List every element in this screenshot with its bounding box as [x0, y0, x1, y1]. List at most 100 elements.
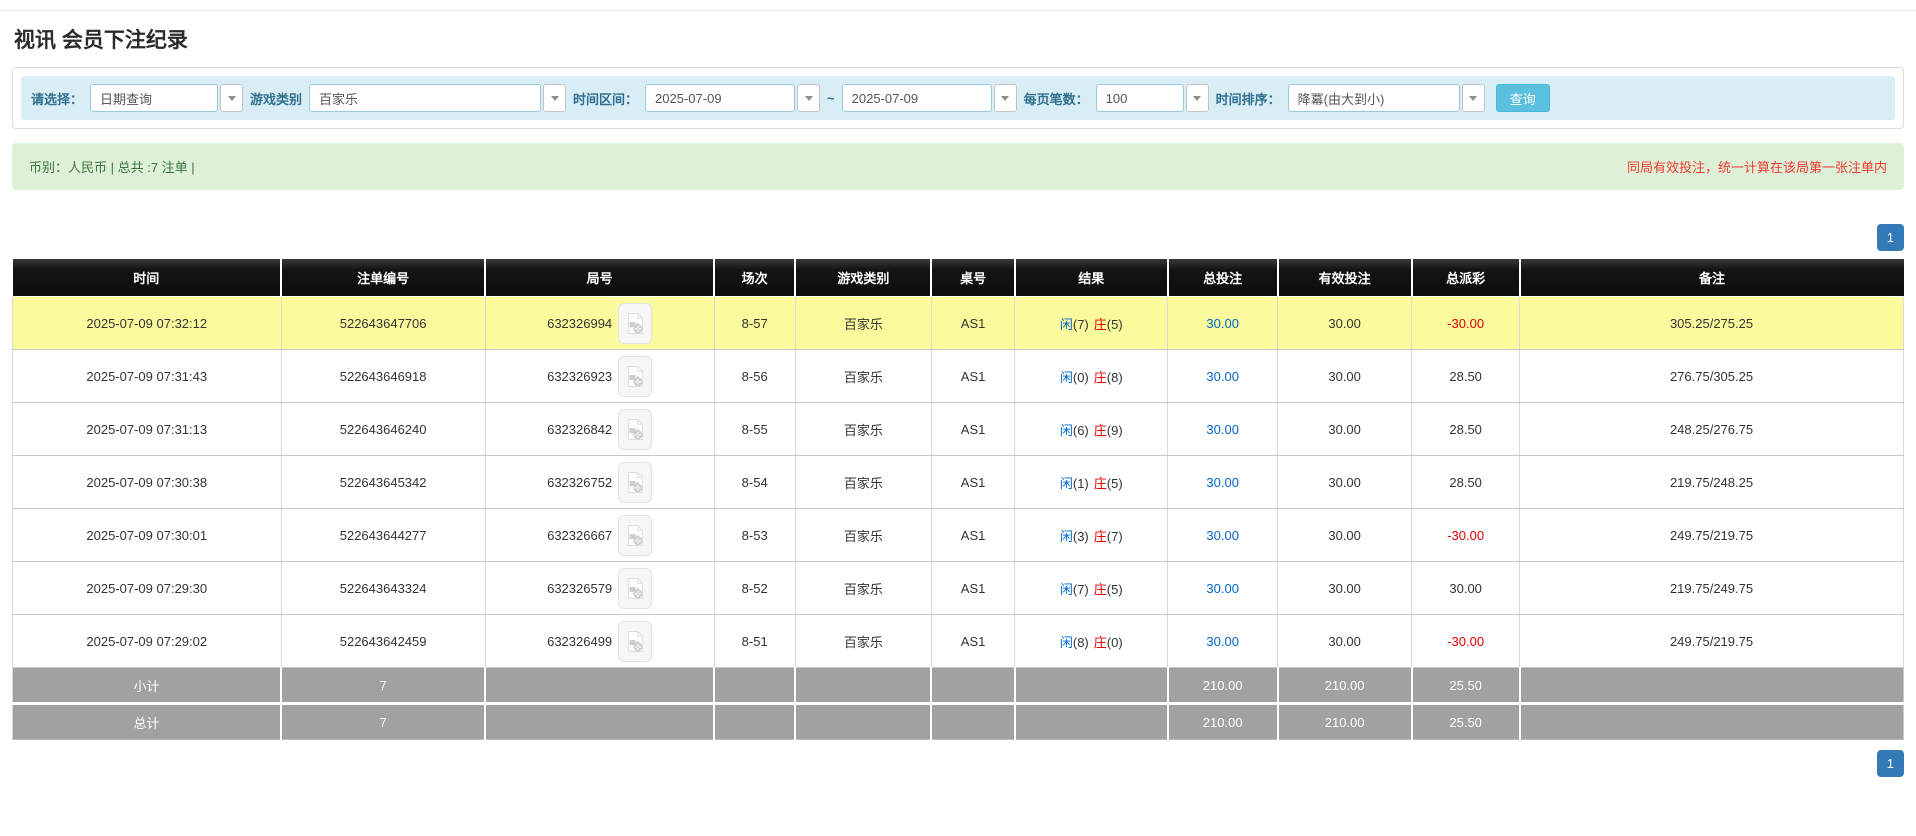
video-replay-button[interactable] — [618, 567, 653, 609]
video-replay-button[interactable] — [618, 355, 653, 397]
video-replay-icon — [627, 630, 643, 652]
payout-value: 28.50 — [1449, 474, 1482, 490]
total-bet-link[interactable]: 30.00 — [1206, 369, 1239, 384]
date-to-input[interactable] — [841, 84, 992, 112]
result-banker-score: (5) — [1106, 475, 1123, 491]
cell-round: 632326842 — [484, 402, 715, 456]
round-number: 632326923 — [547, 368, 613, 384]
cell-game-type: 百家乐 — [794, 455, 932, 509]
cell-bet-id: 522643642459 — [280, 614, 486, 668]
cell-empty — [1519, 703, 1904, 740]
total-bet-link[interactable]: 30.00 — [1206, 581, 1239, 596]
cell-round: 632326923 — [484, 349, 715, 403]
cell-session: 8-57 — [713, 296, 796, 350]
header-table-no: 桌号 — [931, 259, 1016, 297]
sort-order-combobox — [1287, 84, 1485, 112]
cell-payout: -30.00 — [1411, 296, 1521, 350]
cell-session: 8-54 — [713, 455, 796, 509]
cell-result: 闲(0) 庄(8) — [1014, 349, 1169, 403]
query-type-combobox — [90, 84, 244, 112]
date-from-input[interactable] — [645, 84, 796, 112]
cell-empty — [794, 703, 933, 740]
per-page-input[interactable] — [1095, 84, 1184, 112]
header-result: 结果 — [1014, 259, 1169, 297]
cell-remark: 305.25/275.25 — [1519, 296, 1904, 350]
result-banker-label: 庄 — [1093, 316, 1107, 332]
table-row: 2025-07-09 07:31:13 522643646240 632326842… — [12, 402, 1904, 456]
summary-currency-count: 币别：人民币 | 总共 :7 注单 | — [29, 160, 195, 175]
cell-round: 632326994 — [484, 296, 715, 350]
sort-order-label: 时间排序： — [1215, 91, 1281, 107]
round-number: 632326499 — [547, 633, 613, 649]
query-type-chevron-down-icon[interactable] — [220, 84, 244, 112]
header-bet-id: 注单编号 — [281, 259, 487, 297]
total-bet-link[interactable]: 30.00 — [1206, 634, 1239, 649]
header-session: 场次 — [714, 259, 797, 297]
game-type-input[interactable] — [309, 84, 542, 112]
result-banker-label: 庄 — [1093, 422, 1107, 438]
cell-game-type: 百家乐 — [794, 508, 932, 562]
cell-game-type: 百家乐 — [794, 402, 932, 456]
round-number: 632326842 — [547, 421, 613, 437]
filter-bar: 请选择： 游戏类别 时间区间： ~ 每页笔数： — [21, 76, 1895, 120]
cell-total-bet: 30.00 — [1167, 508, 1279, 562]
header-valid-bet: 有效投注 — [1277, 259, 1413, 297]
cell-session: 8-52 — [713, 561, 796, 615]
total-bet-link[interactable]: 30.00 — [1206, 528, 1239, 543]
video-replay-button[interactable] — [618, 620, 653, 662]
cell-session: 8-55 — [713, 402, 796, 456]
per-page-label: 每页笔数： — [1023, 91, 1089, 107]
payout-value: 28.50 — [1449, 368, 1482, 384]
cell-bet-id: 522643644277 — [280, 508, 486, 562]
cell-result: 闲(8) 庄(0) — [1014, 614, 1169, 668]
cell-table-no: AS1 — [930, 561, 1016, 615]
cell-remark: 249.75/219.75 — [1519, 508, 1904, 562]
sort-order-input[interactable] — [1287, 84, 1460, 112]
header-remark: 备注 — [1519, 259, 1904, 297]
cell-remark: 219.75/249.75 — [1519, 561, 1904, 615]
cell-session: 8-53 — [713, 508, 796, 562]
header-round: 局号 — [485, 259, 716, 297]
date-from-chevron-down-icon[interactable] — [797, 84, 821, 112]
cell-total-bet: 30.00 — [1167, 561, 1279, 615]
total-bet-link[interactable]: 30.00 — [1206, 475, 1239, 490]
query-type-input[interactable] — [90, 84, 219, 112]
cell-remark: 249.75/219.75 — [1519, 614, 1904, 668]
result-banker-label: 庄 — [1093, 369, 1107, 385]
search-button[interactable]: 查询 — [1495, 84, 1550, 112]
result-player-label: 闲 — [1059, 634, 1073, 650]
video-replay-button[interactable] — [618, 514, 653, 556]
range-separator: ~ — [827, 90, 835, 106]
video-replay-button[interactable] — [618, 302, 653, 344]
cell-empty — [1519, 667, 1904, 705]
video-replay-icon — [627, 365, 643, 387]
game-type-chevron-down-icon[interactable] — [543, 84, 567, 112]
cell-payout: -30.00 — [1411, 508, 1521, 562]
footer-count: 7 — [280, 667, 487, 705]
footer-total-bet: 210.00 — [1167, 703, 1279, 740]
table-row: 2025-07-09 07:31:43 522643646918 632326923… — [12, 349, 1904, 403]
cell-total-bet: 30.00 — [1167, 455, 1279, 509]
cell-round: 632326579 — [484, 561, 715, 615]
total-bet-link[interactable]: 30.00 — [1206, 316, 1239, 331]
total-bet-link[interactable]: 30.00 — [1206, 422, 1239, 437]
result-player-score: (6) — [1072, 422, 1089, 438]
footer-label: 小计 — [12, 667, 283, 705]
footer-valid-bet: 210.00 — [1277, 703, 1413, 740]
cell-bet-id: 522643647706 — [280, 296, 486, 350]
header-total-bet: 总投注 — [1167, 259, 1279, 297]
game-type-combobox — [309, 84, 567, 112]
video-replay-button[interactable] — [618, 461, 653, 503]
page-1-button[interactable]: 1 — [1876, 224, 1904, 251]
cell-valid-bet: 30.00 — [1277, 614, 1413, 668]
cell-bet-id: 522643646918 — [280, 349, 486, 403]
result-banker-score: (5) — [1106, 316, 1123, 332]
date-to-chevron-down-icon[interactable] — [993, 84, 1017, 112]
video-replay-button[interactable] — [618, 408, 653, 450]
result-banker-score: (7) — [1106, 528, 1123, 544]
cell-session: 8-51 — [713, 614, 796, 668]
sort-order-chevron-down-icon[interactable] — [1461, 84, 1485, 112]
cell-payout: 30.00 — [1411, 561, 1521, 615]
page-1-button[interactable]: 1 — [1876, 750, 1904, 777]
per-page-chevron-down-icon[interactable] — [1185, 84, 1209, 112]
